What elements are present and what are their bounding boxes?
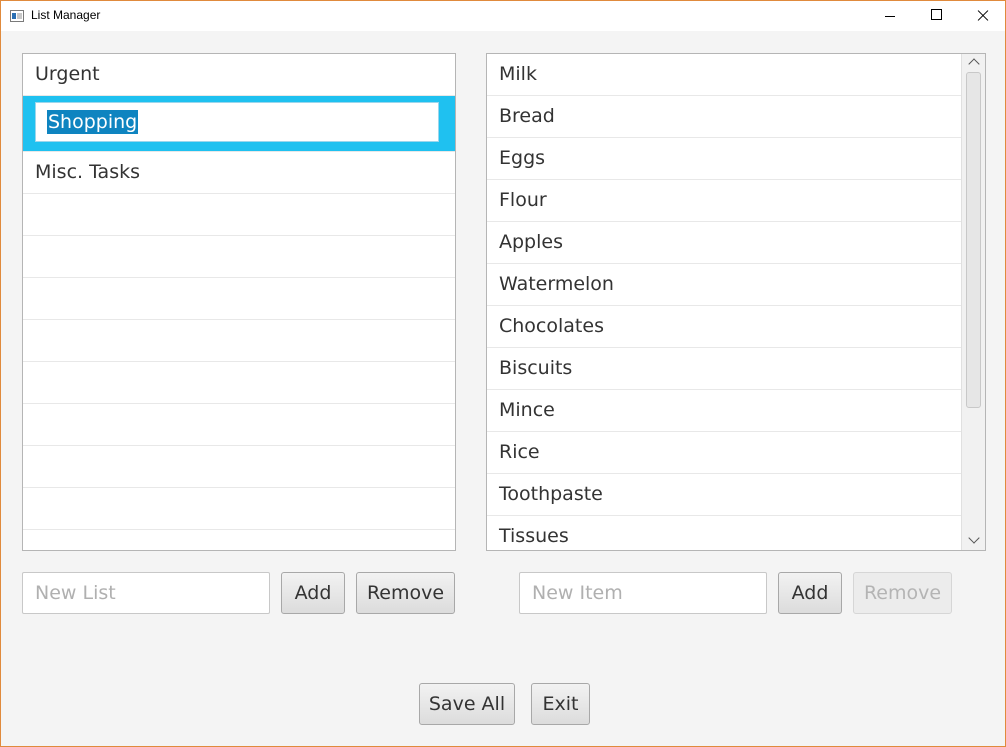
remove-item-button[interactable]: Remove — [853, 572, 952, 614]
list-item[interactable]: Chocolates — [487, 306, 961, 348]
new-item-input[interactable]: New Item — [519, 572, 767, 614]
new-list-input[interactable]: New List — [22, 572, 270, 614]
item-label: Milk — [499, 63, 537, 85]
list-item[interactable]: Toothpaste — [487, 474, 961, 516]
item-label: Bread — [499, 105, 555, 127]
list-item-label: Misc. Tasks — [35, 161, 141, 183]
items-listview[interactable]: Milk Bread Eggs Flour Apples Watermelon … — [486, 53, 986, 551]
item-label: Apples — [499, 231, 563, 253]
list-item-misc-tasks[interactable]: Misc. Tasks — [23, 152, 455, 194]
list-item-shopping[interactable]: Shopping — [23, 96, 455, 152]
item-label: Tissues — [499, 525, 569, 547]
list-item[interactable]: Tissues — [487, 516, 961, 550]
list-item[interactable]: Flour — [487, 180, 961, 222]
items-rows: Milk Bread Eggs Flour Apples Watermelon … — [487, 54, 961, 550]
empty-row — [23, 320, 455, 362]
close-icon[interactable] — [959, 1, 1005, 31]
maximize-icon[interactable] — [913, 1, 959, 31]
exit-button[interactable]: Exit — [531, 683, 590, 725]
list-item-label: Urgent — [35, 63, 100, 85]
minimize-icon[interactable] — [867, 1, 913, 31]
save-all-button[interactable]: Save All — [419, 683, 515, 725]
empty-row — [23, 488, 455, 530]
item-label: Rice — [499, 441, 540, 463]
item-label: Mince — [499, 399, 555, 421]
list-manager-window: List Manager Urgent Shopping Misc. Tasks… — [0, 0, 1006, 747]
scroll-down-icon[interactable] — [962, 532, 985, 550]
list-name-edit-field[interactable]: Shopping — [35, 102, 439, 142]
item-label: Eggs — [499, 147, 546, 169]
list-item[interactable]: Apples — [487, 222, 961, 264]
app-icon — [10, 10, 24, 22]
list-item[interactable]: Milk — [487, 54, 961, 96]
list-item[interactable]: Mince — [487, 390, 961, 432]
empty-row — [23, 404, 455, 446]
item-label: Flour — [499, 189, 547, 211]
selected-text: Shopping — [47, 110, 139, 134]
item-label: Watermelon — [499, 273, 614, 295]
empty-row — [23, 446, 455, 488]
list-item[interactable]: Bread — [487, 96, 961, 138]
list-item[interactable]: Watermelon — [487, 264, 961, 306]
list-item[interactable]: Rice — [487, 432, 961, 474]
empty-row — [23, 194, 455, 236]
list-item-urgent[interactable]: Urgent — [23, 54, 455, 96]
title-bar[interactable]: List Manager — [1, 1, 1005, 31]
item-label: Chocolates — [499, 315, 604, 337]
remove-list-button[interactable]: Remove — [356, 572, 455, 614]
item-label: Biscuits — [499, 357, 573, 379]
add-list-button[interactable]: Add — [281, 572, 345, 614]
scroll-thumb[interactable] — [966, 72, 981, 408]
empty-row — [23, 278, 455, 320]
item-label: Toothpaste — [499, 483, 603, 505]
empty-row — [23, 236, 455, 278]
window-title: List Manager — [31, 8, 101, 22]
list-item[interactable]: Biscuits — [487, 348, 961, 390]
lists-listview[interactable]: Urgent Shopping Misc. Tasks — [22, 53, 456, 551]
scroll-up-icon[interactable] — [962, 54, 985, 72]
add-item-button[interactable]: Add — [778, 572, 842, 614]
empty-row — [23, 362, 455, 404]
vertical-scrollbar[interactable] — [961, 54, 985, 550]
empty-row — [23, 530, 455, 550]
list-item[interactable]: Eggs — [487, 138, 961, 180]
